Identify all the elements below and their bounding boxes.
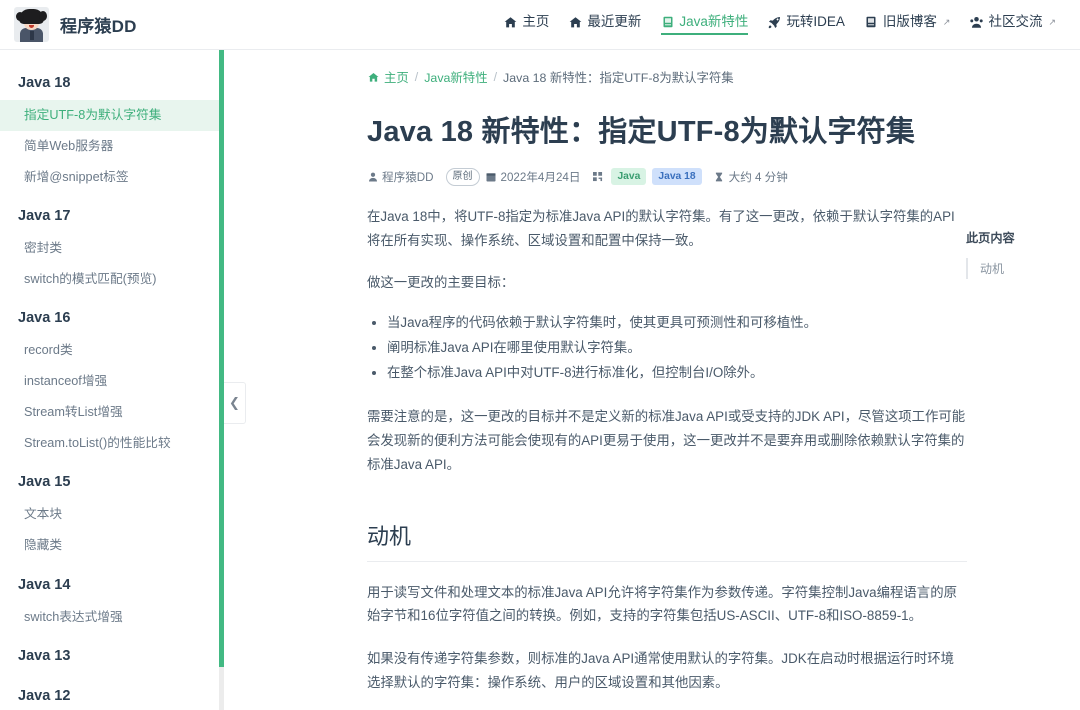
external-link-icon: ↗ [1048,16,1056,27]
nav-link-label: 玩转IDEA [786,13,845,29]
breadcrumb-home[interactable]: 主页 [367,68,409,86]
navbar: 程序猿DD 主页 最近更新 Java新特性 玩转IDEA 旧版博客 ↗ 社区交流 ↗ [0,0,1080,50]
meta-author: 程序猿DD [367,169,434,185]
breadcrumb-home-label: 主页 [384,71,409,85]
nav-link-label: 主页 [522,13,550,29]
table-of-contents: 此页内容 动机 [966,228,1058,279]
sidebar-group-title-6[interactable]: Java 13 [0,639,223,673]
paragraph-3: 需要注意的是，这一更改的目标并不是定义新的标准Java API或受支持的JDK … [367,409,966,472]
sidebar-item-3-1[interactable]: record类 [0,335,223,366]
sidebar-group-title-4[interactable]: Java 15 [0,465,223,499]
article-meta: 程序猿DD 原创 2022年4月24日 Java Java 18 大约 4 分钟 [367,167,967,186]
home-icon [367,71,380,84]
breadcrumb-separator-2: / [493,70,498,84]
nav-link-2[interactable]: 最近更新 [569,14,641,35]
sidebar-item-4-2[interactable]: 隐藏类 [0,530,223,561]
bullet-item-3: 在整个标准Java API中对UTF-8进行标准化，但控制台I/O除外。 [387,361,967,386]
nav-link-label: 旧版博客 [882,13,937,29]
nav-link-5[interactable]: 旧版博客 ↗ [865,13,951,35]
meta-reading-time: 大约 4 分钟 [714,169,788,185]
meta-author-label: 程序猿DD [382,170,434,184]
users-icon [970,16,984,29]
user-icon [367,171,378,182]
bullet-item-1: 当Java程序的代码依赖于默认字符集时，使其更具可预测性和可移植性。 [387,311,967,336]
sidebar-item-3-3[interactable]: Stream转List增强 [0,397,223,428]
sidebar-item-1-3[interactable]: 新增@snippet标签 [0,162,223,193]
home-icon [504,16,517,29]
nav-link-1[interactable]: 主页 [504,14,549,35]
sidebar-item-3-4[interactable]: Stream.toList()的性能比较 [0,428,223,459]
nav-link-3[interactable]: Java新特性 [661,13,749,36]
nav-link-label: Java新特性 [679,13,749,29]
chevron-left-icon: ❮ [229,395,240,410]
nav-link-4[interactable]: 玩转IDEA [768,14,845,35]
breadcrumb-section[interactable]: Java新特性 [424,68,487,86]
tags-icon [592,171,603,182]
bullet-list: 当Java程序的代码依赖于默认字符集时，使其更具可预测性和可移植性。阐明标准Ja… [367,311,967,386]
book-icon [865,16,878,29]
paragraph-4: 用于读写文件和处理文本的标准Java API允许将字符集作为参数传递。字符集控制… [367,584,957,624]
sidebar: Java 18 指定UTF-8为默认字符集 简单Web服务器 新增@snippet标签… [0,50,224,710]
meta-reading-time-label: 大约 4 分钟 [728,170,788,184]
sidebar-group-title-2[interactable]: Java 17 [0,199,223,233]
home-icon [569,16,582,29]
sidebar-group-title-5[interactable]: Java 14 [0,568,223,602]
rocket-icon [768,16,781,29]
sidebar-collapse-button[interactable]: ❮ [224,382,246,424]
sidebar-item-1-2[interactable]: 简单Web服务器 [0,131,223,162]
nav-link-6[interactable]: 社区交流 ↗ [970,14,1056,35]
toc-title: 此页内容 [966,231,1015,245]
calendar-icon [486,171,497,182]
avatar-cartoon-icon [14,7,49,42]
sidebar-group-title-3[interactable]: Java 16 [0,301,223,335]
brand[interactable]: 程序猿DD [14,7,137,42]
tag-java-18[interactable]: Java 18 [652,168,702,186]
breadcrumb: 主页 / Java新特性 / Java 18 新特性：指定UTF-8为默认字符集 [367,68,967,92]
toc-list: 动机 [966,258,1058,279]
nav-links: 主页 最近更新 Java新特性 玩转IDEA 旧版博客 ↗ 社区交流 ↗ [504,13,1066,36]
paragraph-5: 如果没有传递字符集参数，则标准的Java API通常使用默认的字符集。JDK在启… [367,651,954,691]
external-link-icon: ↗ [942,16,951,27]
paragraph-1: 在Java 18中，将UTF-8指定为标准Java API的默认字符集。有了这一… [367,208,955,248]
nav-link-label: 社区交流 [988,13,1043,29]
sidebar-scroll-thumb[interactable] [219,50,224,667]
bullet-item-2: 阐明标准Java API在哪里使用默认字符集。 [387,336,967,361]
section-heading-motivation: 动机 [367,519,967,562]
toc-link-1[interactable]: 动机 [968,258,1058,279]
breadcrumb-current: Java 18 新特性：指定UTF-8为默认字符集 [503,71,734,85]
article-column: 主页 / Java新特性 / Java 18 新特性：指定UTF-8为默认字符集… [367,50,967,710]
page-title: Java 18 新特性：指定UTF-8为默认字符集 [367,116,916,148]
breadcrumb-separator-1: / [414,70,419,84]
sidebar-item-2-2[interactable]: switch的模式匹配(预览) [0,264,223,295]
sidebar-item-5-1[interactable]: switch表达式增强 [0,602,223,633]
nav-link-label: 最近更新 [587,13,642,29]
meta-date: 2022年4月24日 [486,169,581,185]
sidebar-group-title-1[interactable]: Java 18 [0,66,223,100]
sidebar-item-4-1[interactable]: 文本块 [0,499,223,530]
sidebar-group-title-7[interactable]: Java 12 [0,679,223,710]
sidebar-item-2-1[interactable]: 密封类 [0,233,223,264]
book-icon [661,16,674,29]
sidebar-item-3-2[interactable]: instanceof增强 [0,366,223,397]
main-content: 主页 / Java新特性 / Java 18 新特性：指定UTF-8为默认字符集… [225,50,1080,710]
paragraph-2: 做这一更改的主要目标： [367,275,515,291]
tag-java[interactable]: Java [611,168,647,186]
brand-title: 程序猿DD [60,17,137,36]
sidebar-item-1-1[interactable]: 指定UTF-8为默认字符集 [0,100,223,132]
hourglass-icon [714,171,725,182]
original-badge: 原创 [445,167,480,186]
meta-date-label: 2022年4月24日 [500,170,581,184]
